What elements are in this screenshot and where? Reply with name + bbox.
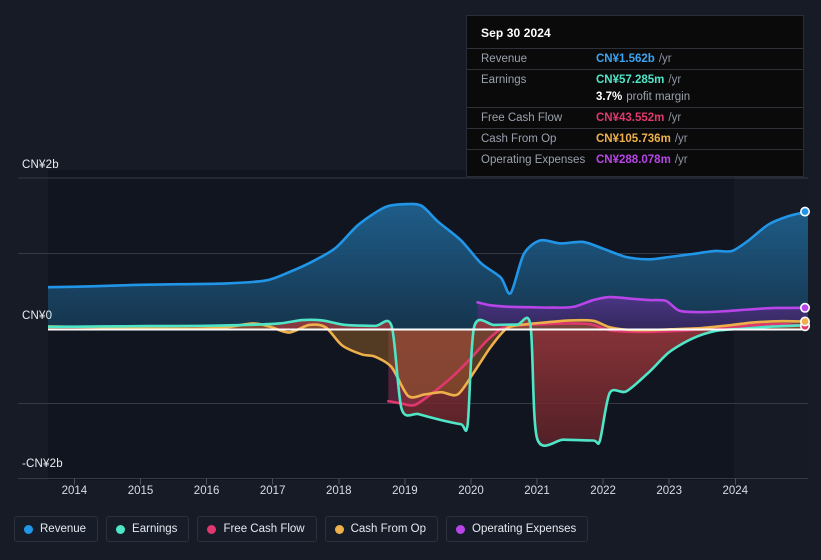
legend-label: Operating Expenses — [472, 523, 577, 535]
tooltip-row-value: CN¥1.562b — [596, 53, 655, 65]
tooltip-row-unit: /yr — [668, 74, 682, 86]
tooltip-row-label: Free Cash Flow — [481, 112, 563, 124]
financial-chart: CN¥2b CN¥0 -CN¥2b 2014 2015 2016 2017 2018 2019… — [0, 0, 821, 560]
tooltip-row-value: CN¥57.285m — [596, 74, 665, 86]
tooltip-rows: Revenue CN¥1.562b/yr Earnings CN¥57.285m/yr… — [467, 48, 803, 170]
x-axis-tick-2021: 2021 — [524, 485, 550, 497]
legend-label: Free Cash Flow — [223, 523, 305, 535]
tooltip-row-operating-expenses: Operating Expenses CN¥288.078m/yr — [467, 149, 803, 170]
tooltip-row-value: CN¥43.552m — [596, 112, 665, 124]
x-axis-tick-2020: 2020 — [458, 485, 484, 497]
tooltip-row-unit: /yr — [668, 112, 682, 124]
legend-label: Earnings — [132, 523, 178, 535]
y-axis-tick-2000: CN¥2b — [22, 159, 59, 171]
tooltip-row-revenue: Revenue CN¥1.562b/yr — [467, 48, 803, 69]
endpoint-marker-operating-expenses[interactable] — [799, 302, 810, 313]
tooltip-row-free-cash-flow: Free Cash Flow CN¥43.552m/yr — [467, 107, 803, 128]
endpoint-marker-revenue[interactable] — [799, 206, 810, 217]
legend-item-revenue[interactable]: Revenue — [14, 516, 99, 542]
x-axis-tick-2017: 2017 — [259, 485, 286, 497]
legend-label: Cash From Op — [350, 523, 427, 535]
x-axis-tick-2019: 2019 — [392, 485, 418, 497]
y-axis-tick--2000: -CN¥2b — [22, 458, 63, 470]
x-axis-tick-2016: 2016 — [193, 485, 220, 497]
legend-color-dot — [116, 524, 126, 534]
tooltip-row-earnings: Earnings CN¥57.285m/yr — [467, 69, 803, 90]
x-axis-tick-2015: 2015 — [127, 485, 154, 497]
tooltip-row-value: CN¥105.736m — [596, 133, 671, 145]
legend-color-dot — [456, 524, 466, 534]
tooltip-margin-value: 3.7% — [596, 91, 623, 103]
y-axis-tick-0: CN¥0 — [22, 310, 53, 322]
tooltip-row-label: Earnings — [481, 74, 527, 86]
x-axis-tick-2024: 2024 — [722, 485, 749, 497]
chart-legend[interactable]: Revenue Earnings Free Cash Flow Cash From O… — [14, 516, 589, 542]
tooltip-row-label: Operating Expenses — [481, 154, 586, 166]
tooltip-row-label: Cash From Op — [481, 133, 557, 145]
legend-item-cash-from-op[interactable]: Cash From Op — [324, 516, 439, 542]
legend-color-dot — [24, 524, 33, 534]
tooltip-profit-margin-row: 3.7% profit margin — [467, 90, 803, 107]
data-tooltip: Sep 30 2024 Revenue CN¥1.562b/yr Earnings C… — [466, 15, 804, 177]
endpoint-marker-cash-from-op[interactable] — [799, 316, 810, 327]
legend-color-dot — [334, 524, 344, 534]
tooltip-margin-label: profit margin — [626, 91, 691, 103]
tooltip-row-label: Revenue — [481, 53, 528, 65]
x-axis-tick-2014: 2014 — [61, 485, 88, 497]
tooltip-row-cash-from-op: Cash From Op CN¥105.736m/yr — [467, 128, 803, 149]
legend-item-free-cash-flow[interactable]: Free Cash Flow — [197, 516, 317, 542]
legend-item-earnings[interactable]: Earnings — [106, 516, 190, 542]
tooltip-row-value: CN¥288.078m — [596, 154, 671, 166]
tooltip-row-unit: /yr — [674, 133, 688, 145]
legend-label: Revenue — [40, 523, 87, 535]
x-axis-tick-2018: 2018 — [326, 485, 352, 497]
tooltip-row-unit: /yr — [658, 53, 672, 65]
x-axis-tick-2022: 2022 — [590, 485, 616, 497]
tooltip-row-unit: /yr — [674, 154, 688, 166]
tooltip-date: Sep 30 2024 — [481, 26, 551, 40]
legend-item-operating-expenses[interactable]: Operating Expenses — [446, 516, 589, 542]
legend-color-dot — [207, 524, 217, 534]
x-axis-tick-2023: 2023 — [656, 485, 682, 497]
